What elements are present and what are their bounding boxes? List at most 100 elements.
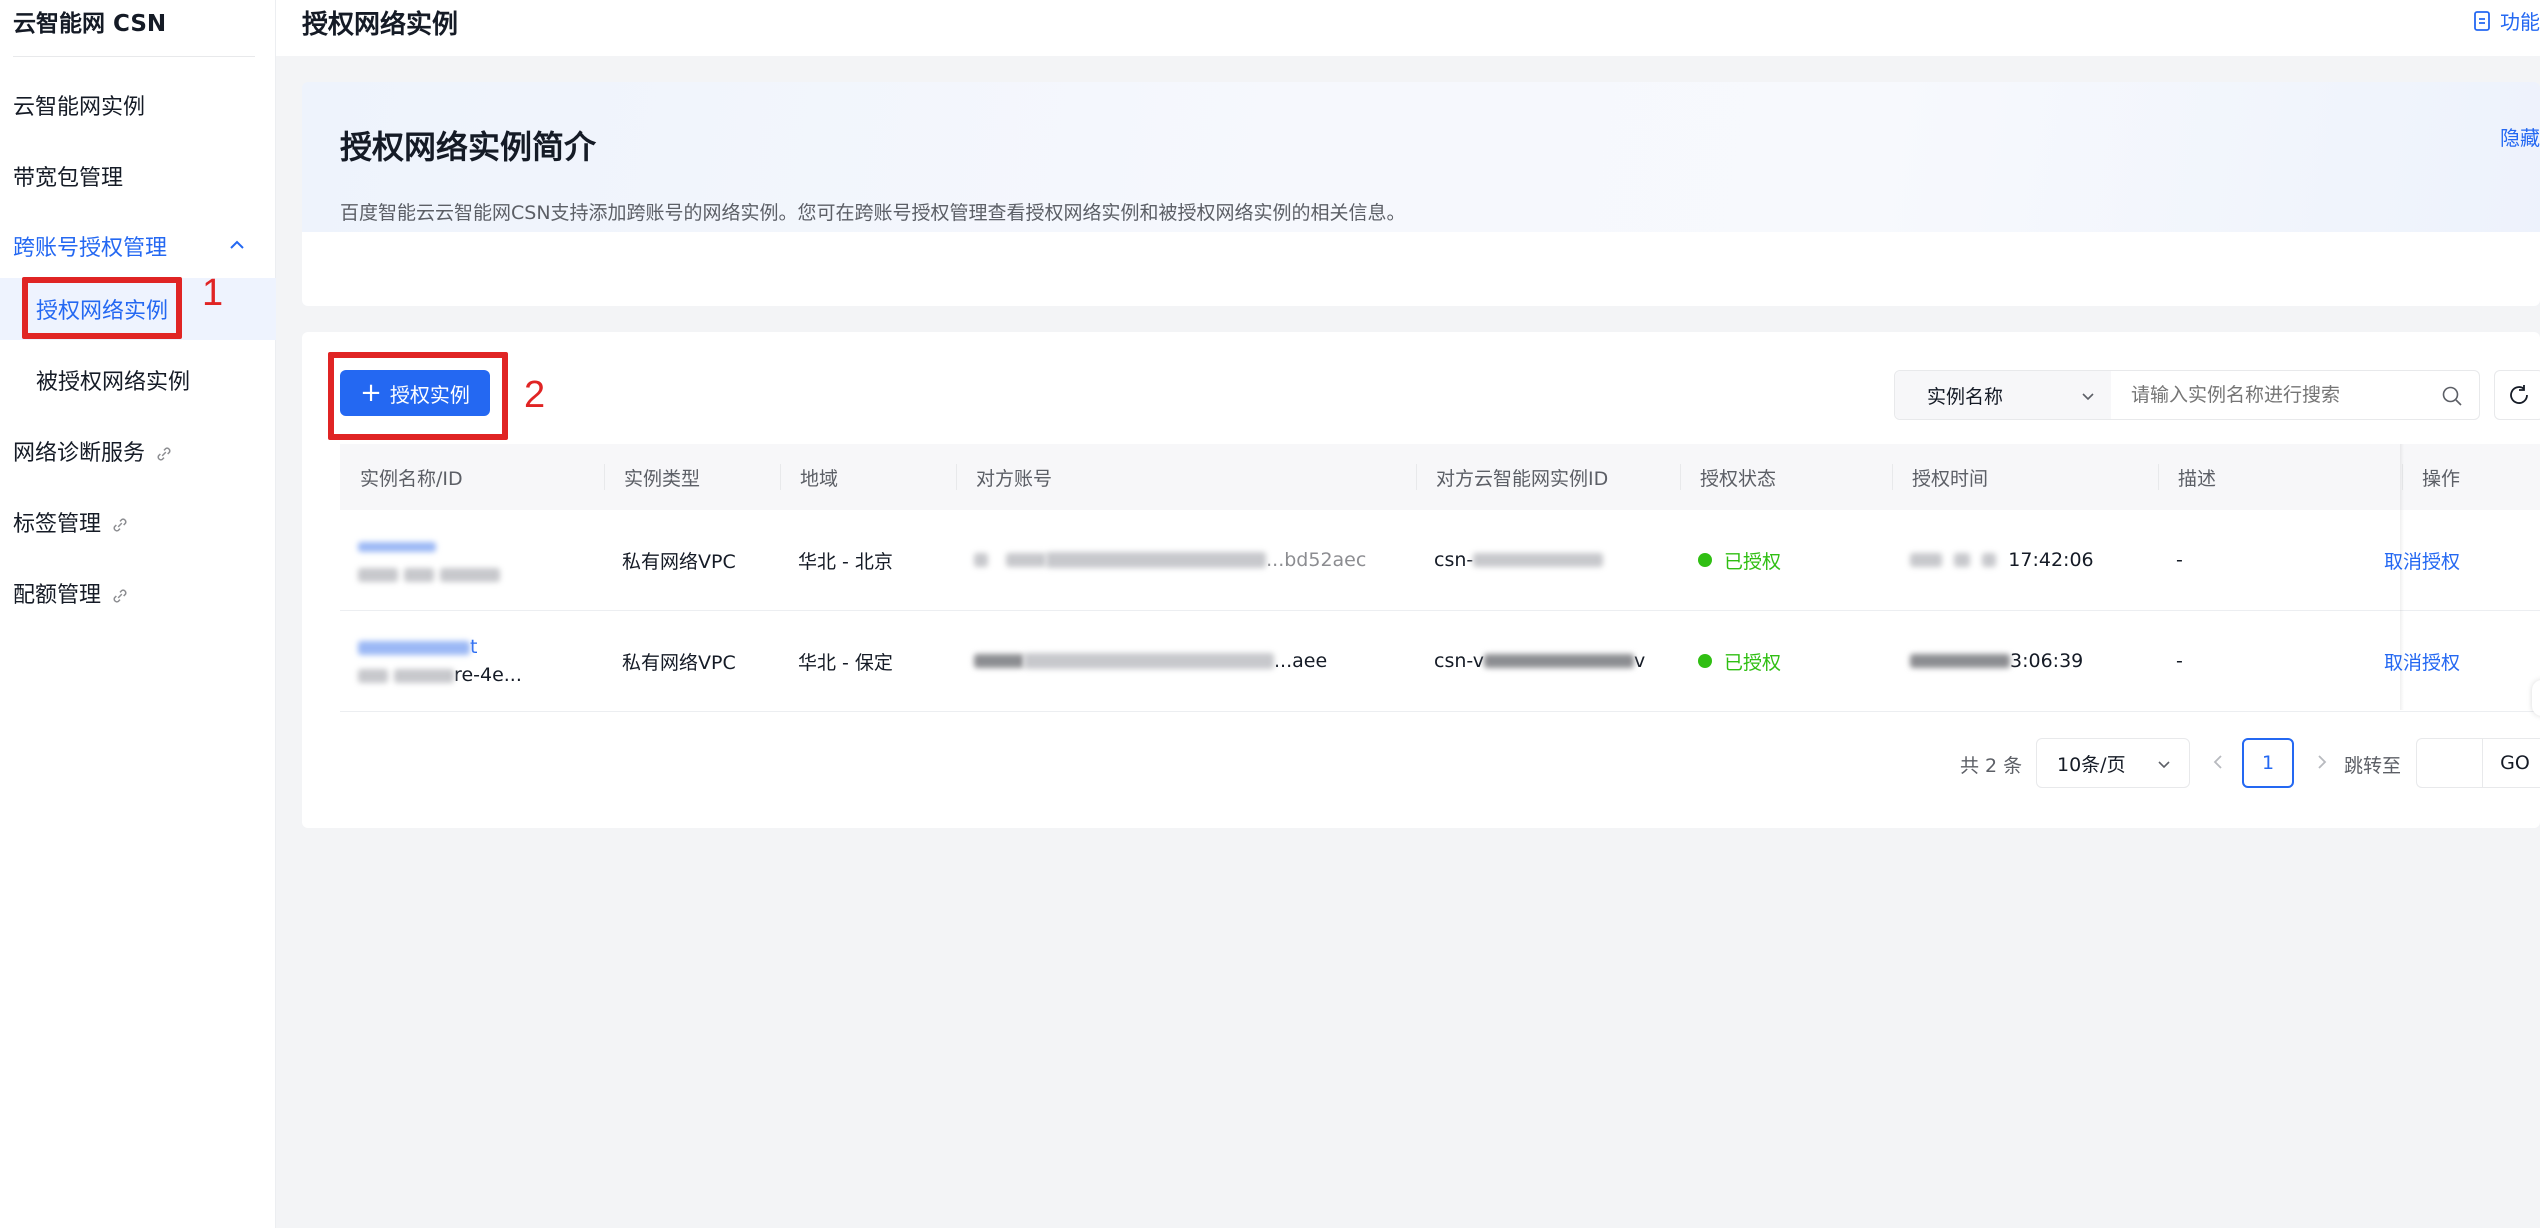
description-cell: - — [2176, 650, 2183, 672]
column-header-region: 地域 — [800, 467, 839, 490]
time-text: 17:42:06 — [2008, 549, 2094, 571]
hide-intro-link[interactable]: 隐藏 — [2500, 122, 2540, 151]
table-row: t re-4e... 私有网络VPC 华北 - 保定 ...aee csn-v v… — [340, 611, 2540, 712]
intro-card: 授权网络实例简介 百度智能云云智能网CSN支持添加跨账号的网络实例。您可在跨账号… — [302, 82, 2540, 306]
instance-name-id-cell: t re-4e... — [358, 611, 522, 711]
redacted-text — [1982, 553, 1997, 567]
header-bar: 授权网络实例 功能 — [276, 0, 2540, 56]
refresh-icon — [2510, 385, 2528, 404]
redacted-text — [1006, 553, 1047, 567]
column-header-type: 实例类型 — [624, 467, 701, 490]
search-input[interactable] — [2111, 371, 2479, 419]
peer-csn-id-cell: csn-v v — [1434, 611, 1645, 711]
redacted-text — [1954, 553, 1971, 567]
auth-time-cell: 3:06:39 — [1910, 611, 2083, 711]
sidebar-item-received-instances[interactable]: 被授权网络实例 — [0, 349, 276, 411]
column-header-peer-account: 对方账号 — [976, 467, 1053, 490]
sidebar-item-network-diagnosis[interactable]: 网络诊断服务 — [0, 420, 276, 482]
region-cell: 华北 - 保定 — [798, 651, 893, 674]
redacted-text — [358, 640, 470, 655]
search-field-value: 实例名称 — [1927, 385, 2004, 408]
instance-type-cell: 私有网络VPC — [622, 651, 736, 674]
column-header-name-id: 实例名称/ID — [360, 467, 463, 490]
instance-name-link[interactable] — [358, 535, 436, 557]
region-cell: 华北 - 北京 — [798, 550, 893, 573]
status-text: 已授权 — [1724, 651, 1782, 674]
annotation-box-1 — [22, 277, 182, 339]
floating-scroll-handle[interactable] — [2532, 680, 2540, 716]
sidebar-item-tag-management[interactable]: 标签管理 — [0, 491, 276, 553]
intro-card-body — [302, 232, 2540, 306]
csn-prefix: csn-v — [1434, 650, 1484, 672]
status-dot — [1698, 654, 1712, 668]
document-icon — [2474, 10, 2490, 31]
instance-id: re-4e... — [358, 664, 522, 686]
revoke-authorization-link[interactable]: 取消授权 — [2384, 510, 2460, 610]
go-button[interactable]: GO — [2482, 738, 2540, 788]
help-doc-link[interactable]: 功能 — [2472, 6, 2540, 35]
refresh-button[interactable] — [2494, 370, 2540, 420]
redacted-text — [358, 567, 398, 582]
help-doc-label: 功能 — [2500, 10, 2540, 34]
revoke-authorization-link[interactable]: 取消授权 — [2384, 611, 2460, 711]
sidebar-item-label: 带宽包管理 — [13, 166, 124, 191]
account-tail: ...bd52aec — [1266, 549, 1367, 571]
sidebar-item-label: 配额管理 — [13, 583, 102, 608]
redacted-text — [974, 553, 988, 567]
column-header-peer-csn-id: 对方云智能网实例ID — [1436, 467, 1609, 490]
chevron-down-icon — [2158, 761, 2170, 769]
search-input-wrap — [2111, 371, 2479, 419]
page-number-button[interactable]: 1 — [2242, 738, 2294, 788]
redacted-text — [1046, 552, 1267, 568]
redacted-text — [974, 654, 1024, 668]
instance-name-id-cell — [358, 510, 501, 610]
search-icon[interactable] — [2441, 385, 2463, 407]
sidebar-item-quota-management[interactable]: 配额管理 — [0, 562, 276, 624]
redacted-text — [1483, 654, 1634, 668]
sidebar-group-cross-account[interactable]: 跨账号授权管理 — [0, 215, 276, 277]
annotation-box-2 — [328, 352, 508, 440]
sidebar-item-csn-instances[interactable]: 云智能网实例 — [0, 74, 276, 136]
instance-list-card: + 授权实例 2 实例名称 实例名称/ID 实例类型 地域 对方账号 对方云智能… — [302, 332, 2540, 828]
sidebar-item-label-wrap: 网络诊断服务 — [13, 435, 175, 467]
search-field-select[interactable]: 实例名称 — [1895, 371, 2111, 419]
peer-account-cell: ...aee — [974, 611, 1327, 711]
annotation-number-2: 2 — [524, 374, 546, 416]
sidebar-item-label: 跨账号授权管理 — [13, 236, 168, 261]
jump-page-input[interactable] — [2416, 738, 2482, 788]
csn-prefix: csn- — [1434, 549, 1474, 571]
sidebar-item-label: 云智能网实例 — [13, 95, 146, 120]
table-header: 实例名称/ID 实例类型 地域 对方账号 对方云智能网实例ID 授权状态 授权时… — [340, 444, 2540, 510]
peer-csn-id-cell: csn- — [1434, 510, 1604, 610]
sidebar-item-label-wrap: 配额管理 — [13, 577, 131, 609]
column-header-description: 描述 — [2178, 467, 2217, 490]
prev-page-icon[interactable] — [2208, 752, 2228, 772]
status-cell: 已授权 — [1698, 510, 1781, 610]
account-tail: ...aee — [1274, 650, 1328, 672]
next-page-icon[interactable] — [2312, 752, 2332, 772]
csn-suffix: v — [1633, 650, 1646, 672]
redacted-text — [440, 567, 501, 582]
instance-name-tail: t — [470, 636, 478, 658]
brand-title: 云智能网 CSN — [13, 11, 167, 37]
column-header-actions: 操作 — [2422, 467, 2461, 490]
sidebar-item-label-wrap: 标签管理 — [13, 506, 131, 538]
page-title: 授权网络实例 — [302, 10, 459, 40]
sidebar: 云智能网 CSN 云智能网实例 带宽包管理 跨账号授权管理 授权网络实例 被授权… — [0, 0, 276, 1228]
table-row: 私有网络VPC 华北 - 北京 ...bd52aec csn- 已授权 17:4… — [340, 510, 2540, 611]
time-text: 3:06:39 — [2010, 650, 2084, 672]
chevron-up-icon — [230, 240, 244, 249]
intro-title: 授权网络实例简介 — [340, 128, 597, 166]
peer-account-cell: ...bd52aec — [974, 510, 1366, 610]
instance-name-link[interactable]: t — [358, 636, 477, 658]
redacted-text — [1024, 653, 1274, 669]
redacted-text — [394, 668, 455, 683]
page-size-select[interactable]: 10条/页 — [2036, 738, 2190, 788]
status-cell: 已授权 — [1698, 611, 1781, 711]
redacted-text — [358, 541, 436, 552]
instance-type-cell: 私有网络VPC — [622, 550, 736, 573]
instance-id — [358, 563, 501, 585]
sidebar-item-label: 被授权网络实例 — [36, 370, 191, 395]
sidebar-item-bandwidth-packages[interactable]: 带宽包管理 — [0, 145, 276, 207]
redacted-text — [1910, 654, 2010, 668]
